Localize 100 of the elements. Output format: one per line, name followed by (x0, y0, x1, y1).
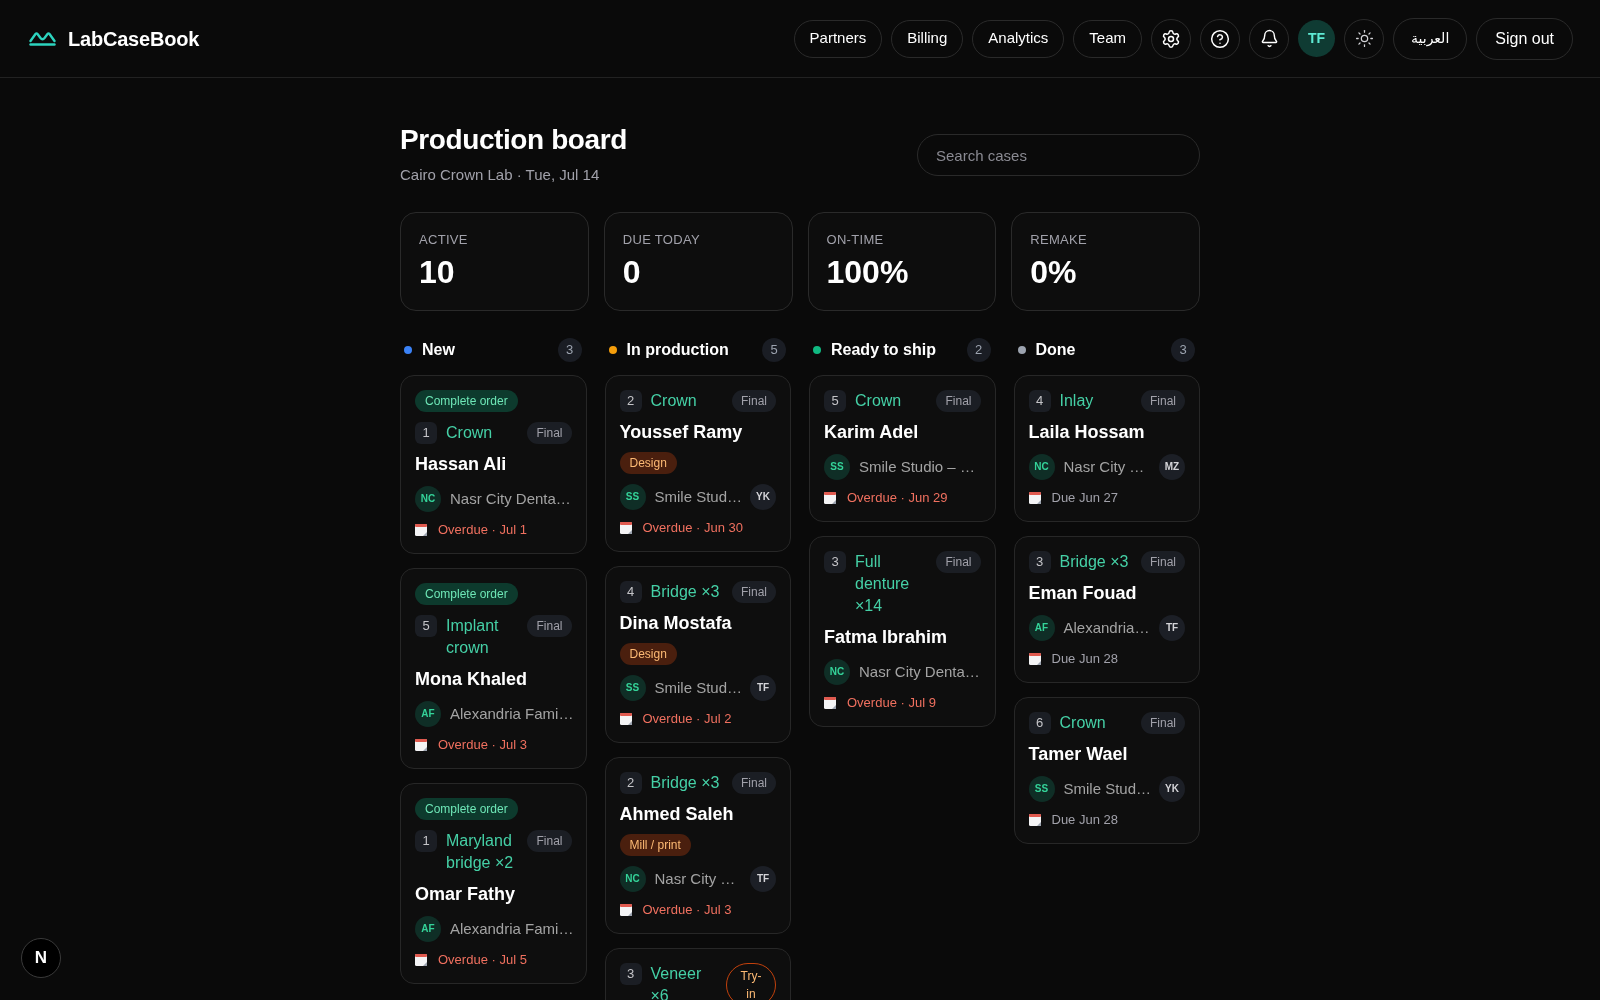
column-count: 2 (966, 338, 991, 362)
column-title: New (422, 340, 455, 360)
case-card[interactable]: 4 Bridge ×3 Final Dina Mostafa Design SS Smile Stud… TF Overdue · Jul 2 (604, 566, 791, 743)
column-count: 3 (557, 338, 582, 362)
stat-value: 100% (826, 253, 910, 291)
quantity-badge: 4 (1028, 390, 1051, 412)
clinic-avatar: AF (1028, 615, 1055, 641)
case-card[interactable]: 3 Full denture ×14 Final Fatma Ibrahim NC Nasr City Denta… Overdue · Jul 9 (809, 536, 996, 727)
dev-tools-button[interactable]: N (21, 938, 61, 978)
stat-label: REMAKE (1030, 232, 1088, 248)
clinic-avatar: AF (415, 916, 441, 942)
technician-avatar: MZ (1159, 454, 1185, 480)
phase-badge: Final (1141, 390, 1185, 412)
clinic-avatar: NC (824, 659, 850, 685)
phase-badge: Final (732, 390, 776, 412)
patient-name: Laila Hossam (1028, 421, 1146, 444)
clinic-avatar: NC (1028, 454, 1055, 480)
due-date: Due Jun 28 (1051, 650, 1118, 668)
product-name: Crown (1059, 713, 1107, 733)
logo-icon (29, 31, 56, 46)
product-name: Inlay (1059, 391, 1095, 411)
clinic-avatar: AF (415, 701, 441, 727)
clinic-name: Smile Stud… (654, 677, 743, 698)
help-icon (1210, 28, 1230, 49)
clinic-name: Nasr City … (654, 868, 736, 889)
calendar-icon (415, 524, 427, 536)
quantity-badge: 3 (1028, 551, 1051, 573)
product-name: Full denture ×14 (855, 552, 911, 616)
phase-badge: Final (527, 422, 572, 444)
clinic-name: Alexandria Fami… (450, 918, 574, 939)
calendar-icon (619, 713, 632, 725)
stat-value: 0 (622, 253, 642, 291)
due-date: Overdue · Jul 2 (642, 710, 732, 728)
product-name: Crown (446, 423, 494, 443)
product-name: Bridge ×3 (650, 582, 721, 602)
clinic-name: Smile Studio – … (859, 456, 975, 477)
brand-name[interactable]: LabCaseBook (68, 23, 200, 54)
technician-avatar: YK (1159, 776, 1185, 802)
case-card[interactable]: 2 Bridge ×3 Final Ahmed Saleh Mill / print NC Nasr City … TF Overdue · Jul 3 (604, 757, 791, 934)
case-card[interactable]: 4 Inlay Final Laila Hossam NC Nasr City … MZ Due Jun 27 (1013, 375, 1200, 522)
stat-value: 0% (1030, 253, 1078, 291)
case-card[interactable]: Complete order 1 Maryland bridge ×2 Final Omar Fathy AF Alexandria Fami… Overdue · Jul 5 (400, 783, 587, 984)
calendar-icon (1028, 653, 1041, 665)
case-card[interactable]: Complete order 1 Crown Final Hassan Ali NC Nasr City Denta… Overdue · Jul 1 (400, 375, 587, 554)
quantity-badge: 2 (619, 390, 642, 412)
product-name: Implant crown (446, 616, 500, 658)
due-date: Overdue · Jun 29 (847, 489, 948, 507)
patient-name: Ahmed Saleh (619, 803, 735, 826)
patient-name: Fatma Ibrahim (824, 626, 949, 649)
quantity-badge: 6 (1028, 712, 1051, 734)
phase-badge: Final (1141, 551, 1185, 573)
phase-badge: Final (527, 615, 572, 637)
case-card[interactable]: Complete order 5 Implant crown Final Mona Khaled AF Alexandria Fami… Overdue · Jul 3 (400, 568, 587, 769)
due-date: Overdue · Jul 3 (642, 901, 732, 919)
quantity-badge: 5 (824, 390, 846, 412)
sun-icon (1354, 29, 1374, 48)
quantity-badge: 1 (415, 422, 437, 444)
due-date: Due Jun 28 (1051, 811, 1118, 829)
bell-icon (1259, 29, 1279, 48)
stage-badge: Design (619, 452, 677, 474)
due-date: Overdue · Jul 1 (438, 521, 527, 539)
product-name: Bridge ×3 (1059, 552, 1130, 572)
due-date: Overdue · Jul 3 (438, 736, 527, 754)
phase-badge: Final (732, 772, 776, 794)
page-subtitle: Cairo Crown Lab · Tue, Jul 14 (400, 165, 601, 185)
clinic-name: Alexandria Fami… (450, 703, 574, 724)
case-card[interactable]: 6 Crown Final Tamer Wael SS Smile Stud… YK Due Jun 28 (1013, 697, 1200, 844)
stat-label: ACTIVE (419, 232, 469, 248)
patient-name: Dina Mostafa (619, 612, 733, 635)
technician-avatar: TF (750, 675, 776, 701)
action-badge[interactable]: Complete order (415, 798, 518, 820)
quantity-badge: 3 (619, 963, 642, 985)
quantity-badge: 5 (415, 615, 437, 637)
user-avatar[interactable]: TF (1298, 20, 1335, 57)
clinic-name: Smile Stud… (1063, 778, 1152, 799)
clinic-avatar: SS (1028, 776, 1055, 802)
calendar-icon (1028, 814, 1041, 826)
due-date: Due Jun 27 (1051, 489, 1118, 507)
product-name: Crown (855, 391, 903, 411)
case-card[interactable]: 3 Bridge ×3 Final Eman Fouad AF Alexandria… TF Due Jun 28 (1013, 536, 1200, 683)
calendar-icon (619, 522, 632, 534)
case-card[interactable]: 2 Crown Final Youssef Ramy Design SS Smile Stud… YK Overdue · Jun 30 (604, 375, 791, 552)
search-field[interactable]: Search cases (917, 134, 1200, 176)
due-date: Overdue · Jul 9 (847, 694, 936, 712)
quantity-badge: 1 (415, 830, 437, 852)
action-badge[interactable]: Complete order (415, 390, 518, 412)
action-badge[interactable]: Complete order (415, 583, 518, 605)
calendar-icon (824, 697, 836, 709)
clinic-name: Alexandria… (1063, 617, 1150, 638)
clinic-avatar: SS (619, 675, 646, 701)
column-count: 3 (1171, 338, 1195, 362)
case-card[interactable]: 5 Crown Final Karim Adel SS Smile Studio – … Overdue · Jun 29 (809, 375, 996, 522)
column-title: Ready to ship (831, 340, 936, 360)
phase-badge: Final (1141, 712, 1185, 734)
clinic-name: Smile Stud… (654, 486, 743, 507)
due-date: Overdue · Jun 30 (642, 519, 743, 537)
due-date: Overdue · Jul 5 (438, 951, 527, 969)
technician-avatar: YK (750, 484, 776, 510)
patient-name: Karim Adel (824, 421, 920, 444)
clinic-avatar: NC (415, 486, 441, 512)
